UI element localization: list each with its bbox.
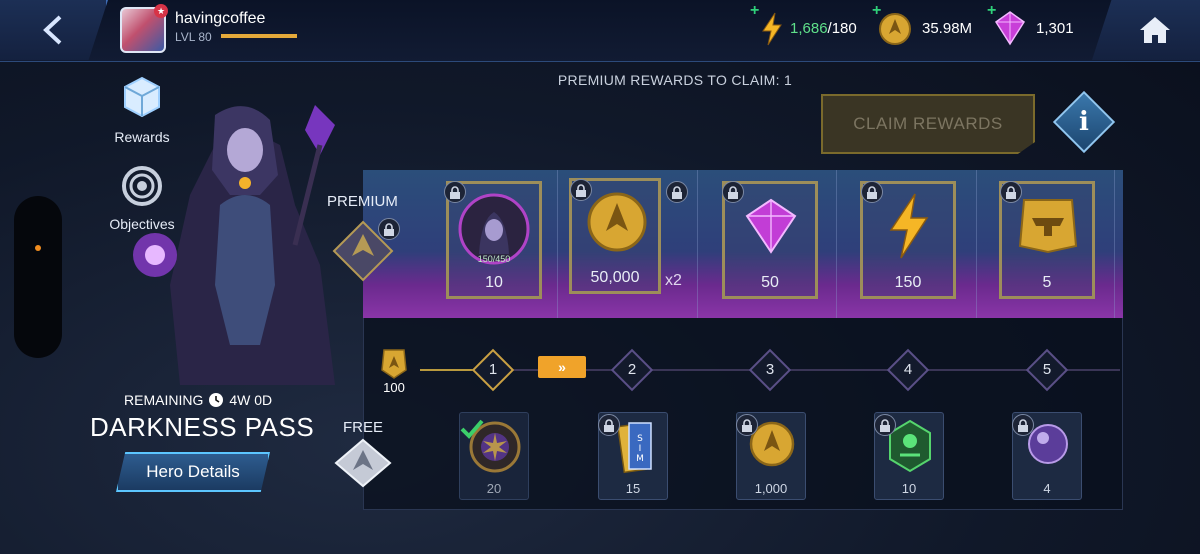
- gem-icon: [994, 11, 1026, 46]
- level-label: 3: [765, 361, 775, 378]
- level-label: 4: [903, 361, 913, 378]
- free-emblem-icon: [334, 438, 392, 488]
- level-label: 5: [1042, 361, 1052, 378]
- reward-amount: 1,000: [754, 481, 788, 496]
- xp-bar-fill: [221, 34, 297, 38]
- divider: [836, 170, 837, 318]
- reward-amount: 50: [761, 274, 779, 291]
- reward-amount: 5: [1042, 274, 1052, 291]
- premium-rewards-to-claim: PREMIUM REWARDS TO CLAIM: 1: [557, 72, 793, 88]
- remaining-label: REMAINING: [124, 392, 204, 408]
- hero-details-button[interactable]: Hero Details: [116, 452, 270, 492]
- gold-coin-icon: [879, 13, 911, 45]
- svg-text:S: S: [637, 434, 643, 444]
- lock-icon: [1000, 181, 1022, 203]
- divider: [557, 170, 558, 318]
- reward-amount: 20: [486, 481, 502, 496]
- gems-value: 1,301: [1036, 20, 1074, 37]
- sim-ticket-icon: S I M: [617, 422, 652, 474]
- reward-amount: 150: [894, 274, 922, 291]
- gem-icon: [745, 198, 797, 254]
- reward-amount: 50,000: [590, 269, 640, 286]
- remaining-time: REMAINING 4W 0D: [124, 392, 272, 408]
- lock-icon: [444, 181, 466, 203]
- indicator-dot: [35, 245, 41, 251]
- check-icon: [460, 419, 484, 439]
- lock-icon: [1012, 414, 1034, 436]
- star-icon: ★: [154, 4, 168, 18]
- energy-icon: [762, 12, 782, 46]
- xp-bar: [221, 34, 297, 38]
- reward-multiplier: x2: [665, 272, 682, 289]
- free-tier-label: FREE: [343, 419, 384, 436]
- pass-token-icon: [381, 349, 407, 379]
- energy-current: 1,686: [790, 20, 828, 37]
- level-label: 2: [627, 361, 637, 378]
- svg-text:I: I: [639, 444, 642, 454]
- clock-icon: [209, 393, 224, 407]
- divider: [1114, 170, 1115, 318]
- lock-icon: [861, 181, 883, 203]
- info-icon: i: [1079, 107, 1089, 137]
- lock-icon: [378, 218, 400, 240]
- premium-tier-label: PREMIUM: [327, 193, 398, 210]
- add-energy-button[interactable]: +: [750, 2, 759, 20]
- reward-amount: 15: [625, 481, 641, 496]
- energy-value: 1,686/180: [790, 20, 857, 37]
- lock-icon: [598, 414, 620, 436]
- home-icon: [1140, 17, 1170, 43]
- token-count: 100: [383, 380, 405, 395]
- level-label: 1: [488, 361, 498, 378]
- side-handle[interactable]: [14, 196, 62, 358]
- pass-title: DARKNESS PASS: [90, 412, 315, 442]
- remaining-value: 4W 0D: [229, 392, 273, 408]
- lock-icon: [874, 414, 896, 436]
- divider: [697, 170, 698, 318]
- energy-max: /180: [827, 20, 857, 37]
- hero-portrait: [133, 105, 335, 385]
- gold-coin-icon: [587, 192, 647, 252]
- shard-progress: 150/450: [477, 254, 511, 264]
- claim-rewards-button[interactable]: CLAIM REWARDS: [821, 94, 1035, 154]
- svg-text:M: M: [636, 454, 644, 464]
- divider: [976, 170, 977, 318]
- energy-icon: [889, 193, 929, 259]
- username: havingcoffee: [175, 10, 266, 27]
- lock-icon: [722, 181, 744, 203]
- player-level: LVL 80: [175, 30, 212, 44]
- reward-amount: 10: [901, 481, 917, 496]
- lock-icon: [570, 179, 592, 201]
- reward-amount: 4: [1043, 481, 1051, 496]
- skip-level-button[interactable]: »: [538, 356, 586, 378]
- anvil-icon: [1018, 199, 1078, 254]
- lock-icon: [736, 414, 758, 436]
- lock-icon: [666, 181, 688, 203]
- chevron-left-icon: [43, 15, 62, 45]
- gold-value: 35.98M: [922, 20, 973, 37]
- reward-amount: 10: [485, 274, 503, 291]
